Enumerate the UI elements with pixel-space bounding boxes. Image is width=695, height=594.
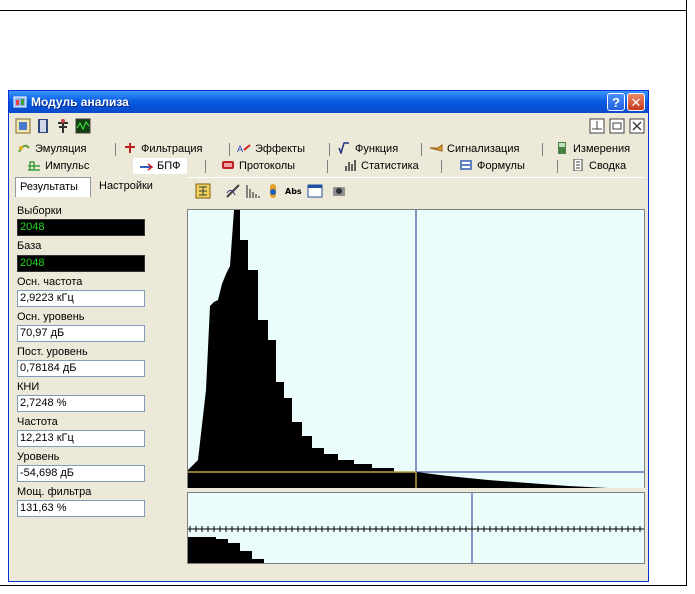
tab-fft[interactable]: БПФ [133, 158, 187, 174]
tab-filtering[interactable]: Фильтрация [123, 141, 202, 157]
tab-statistics[interactable]: Статистика [343, 158, 419, 174]
spectrum-plot[interactable] [187, 209, 645, 489]
tab-label: Импульс [45, 160, 90, 172]
analysis-window: Модуль анализа ? ✕ Эмуляция Фильтрация A… [8, 90, 649, 582]
effects-icon: A [237, 144, 251, 154]
minimize-icon[interactable] [609, 118, 625, 134]
tab-divider [557, 160, 558, 173]
window-icon[interactable] [307, 183, 323, 199]
subtab-results[interactable]: Результаты [15, 177, 91, 197]
abs-icon-label: Abs [285, 187, 302, 196]
tab-label: Эффекты [255, 143, 306, 155]
tab-divider [205, 160, 206, 173]
alarm-icon [429, 144, 443, 152]
plot-panel: Abs [187, 177, 648, 581]
base-label: База [17, 240, 42, 252]
level-value: -54,698 дБ [17, 465, 145, 482]
filter-power-label: Мощ. фильтра [17, 486, 92, 498]
camera-icon[interactable] [331, 183, 347, 199]
samples-label: Выборки [17, 205, 62, 217]
grid-icon[interactable] [195, 183, 211, 199]
main-freq-label: Осн. частота [17, 276, 83, 288]
tab-divider [421, 143, 422, 156]
fft-icon [140, 163, 153, 171]
pen-icon[interactable] [225, 183, 241, 199]
spectrum-area [188, 210, 608, 488]
function-icon [338, 142, 349, 154]
tab-label: БПФ [157, 160, 181, 172]
main-toolbar [9, 114, 648, 140]
app-icon [13, 96, 27, 108]
level-label: Уровень [17, 451, 60, 463]
tab-divider [441, 160, 442, 173]
main-level-label: Осн. уровень [17, 311, 85, 323]
close-icon[interactable] [629, 118, 645, 134]
tab-formulas[interactable]: Формулы [459, 158, 525, 174]
tab-label: Сводка [589, 160, 627, 172]
bars-icon[interactable] [245, 183, 261, 199]
time-chart [188, 493, 644, 563]
help-button[interactable]: ? [607, 93, 625, 111]
pulse-icon [28, 161, 40, 171]
tab-divider [115, 143, 116, 156]
samples-value: 2048 [17, 219, 145, 236]
tab-label: Фильтрация [141, 143, 203, 155]
tab-label: Статистика [361, 160, 419, 172]
dc-level-label: Пост. уровень [17, 346, 88, 358]
tab-label: Сигнализация [447, 143, 520, 155]
tab-label: Протоколы [239, 160, 296, 172]
time-signal-area [188, 537, 264, 563]
freq-value: 12,213 кГц [17, 430, 145, 447]
tab-emulation[interactable]: Эмуляция [17, 141, 87, 157]
title-bar[interactable]: Модуль анализа ? ✕ [9, 91, 648, 113]
outer-top-border [0, 10, 686, 11]
close-button[interactable]: ✕ [627, 93, 645, 111]
main-freq-value: 2,9223 кГц [17, 290, 145, 307]
tab-pulse[interactable]: Импульс [27, 158, 89, 174]
summary-icon [573, 159, 583, 171]
svg-text:A: A [237, 145, 244, 154]
tab-divider [542, 143, 543, 156]
filter-power-value: 131,63 % [17, 500, 145, 517]
tab-label: Эмуляция [35, 143, 87, 155]
emulation-icon [18, 144, 30, 153]
thd-value: 2,7248 % [17, 395, 145, 412]
stats-icon [345, 160, 356, 171]
app-settings-icon[interactable] [15, 118, 31, 134]
tab-divider [229, 143, 230, 156]
oscilloscope-icon[interactable] [75, 118, 91, 134]
measure-icon [558, 142, 566, 154]
spectrum-chart [188, 210, 644, 488]
antenna-icon[interactable] [55, 118, 71, 134]
dc-level-value: 0,78184 дБ [17, 360, 145, 377]
tab-effects[interactable]: A Эффекты [237, 141, 305, 157]
tab-measurements[interactable]: Измерения [555, 141, 630, 157]
main-level-value: 70,97 дБ [17, 325, 145, 342]
hand-icon[interactable] [265, 183, 281, 199]
plot-toolbar: Abs [187, 177, 646, 204]
tab-summary[interactable]: Сводка [571, 158, 626, 174]
tab-alarm[interactable]: Сигнализация [429, 141, 519, 157]
tile-icon[interactable] [589, 118, 605, 134]
book-icon[interactable] [35, 118, 51, 134]
filter-icon [125, 143, 135, 153]
window-title: Модуль анализа [31, 95, 129, 109]
tab-protocols[interactable]: Протоколы [221, 158, 295, 174]
protocols-icon [222, 161, 234, 169]
tab-label: Измерения [573, 143, 631, 155]
subtab-settings[interactable]: Настройки [95, 177, 169, 197]
formulas-icon [460, 160, 472, 170]
tab-function[interactable]: Функция [337, 141, 398, 157]
tab-divider [329, 143, 330, 156]
tab-divider [327, 160, 328, 173]
abs-icon[interactable]: Abs [285, 183, 303, 199]
results-panel: Результаты Настройки Выборки 2048 База 2… [13, 177, 183, 579]
tab-strip: Эмуляция Фильтрация A Эффекты Функция Сиг… [9, 141, 648, 175]
thd-label: КНИ [17, 381, 40, 393]
time-plot[interactable] [187, 492, 645, 564]
base-value: 2048 [17, 255, 145, 272]
tab-label: Формулы [477, 160, 525, 172]
freq-label: Частота [17, 416, 58, 428]
tab-label: Функция [355, 143, 399, 155]
